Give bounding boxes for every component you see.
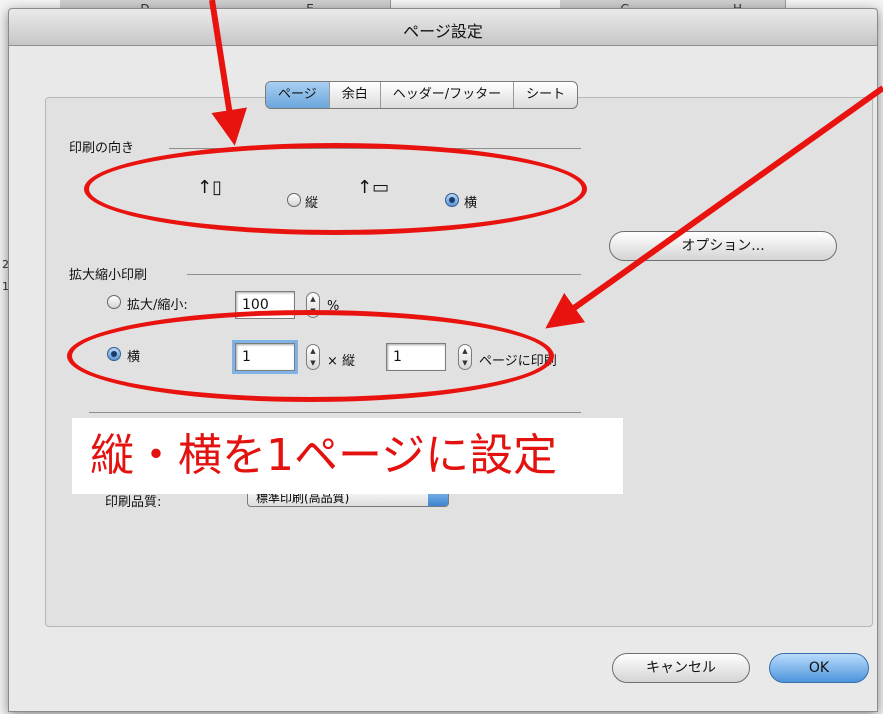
annotation-arrows [209,0,883,329]
arrow-to-fit-pages [545,85,883,329]
arrow-to-orientation [209,0,248,146]
annotation-callout: 縦・横を1ページに設定 [72,418,623,494]
